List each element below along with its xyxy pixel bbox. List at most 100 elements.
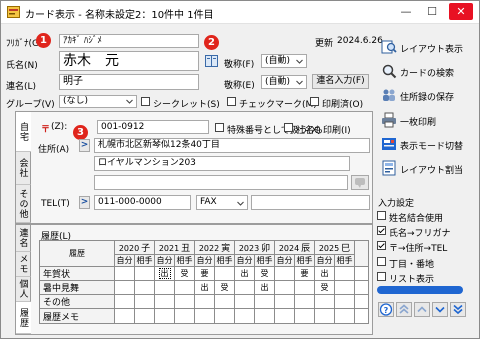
history-cell[interactable] [194, 308, 215, 324]
history-cell[interactable] [234, 294, 255, 309]
layout-assign-button[interactable]: レイアウト割当 [378, 159, 478, 178]
history-cell[interactable] [234, 308, 255, 324]
history-cell[interactable]: 出 [314, 266, 335, 281]
group-dropdown[interactable]: (なし) [59, 95, 137, 108]
close-button[interactable]: ✕ [449, 3, 473, 20]
tab-home[interactable]: 自宅 [16, 112, 31, 152]
special-number-checkbox[interactable] [215, 123, 224, 132]
joint-input[interactable]: 明子 [59, 74, 199, 90]
tab-other[interactable]: その他 [16, 185, 31, 223]
checkmark-checkbox[interactable] [227, 97, 236, 106]
tel-input[interactable]: 011-000-0000 [94, 195, 191, 210]
history-cell[interactable] [334, 280, 355, 295]
history-cell[interactable]: 受 [214, 280, 235, 295]
tab-personal[interactable]: 個人 [16, 277, 31, 302]
address-expand-button[interactable]: > [79, 139, 90, 152]
joint-input-button[interactable]: 連名入力(F) [312, 74, 369, 89]
address-line1-input[interactable]: 札幌市北区新琴似12条40丁目 [94, 138, 370, 153]
history-cell[interactable] [114, 280, 135, 295]
record-position-bar[interactable] [377, 286, 463, 294]
tel-expand-button[interactable]: > [79, 196, 90, 209]
print-company-checkbox[interactable] [284, 123, 293, 132]
address-tool-button[interactable] [351, 175, 369, 190]
history-cell[interactable]: 受 [174, 266, 195, 281]
tab-joint[interactable]: 連名 [16, 225, 31, 252]
layout-view-button[interactable]: レイアウト表示 [378, 38, 478, 57]
first-record-button[interactable] [396, 302, 412, 317]
history-cell[interactable]: 出 [194, 280, 215, 295]
name-combine-checkbox[interactable] [377, 211, 386, 220]
history-cell[interactable] [294, 280, 315, 295]
history-cell[interactable] [174, 308, 195, 324]
history-cell[interactable] [334, 266, 355, 281]
chome-banchi-checkbox[interactable] [377, 257, 386, 266]
history-cell[interactable] [154, 308, 175, 324]
history-cell[interactable] [154, 280, 175, 295]
previous-record-button[interactable] [414, 302, 430, 317]
furigana-input[interactable]: ｱｶｷﾞ ﾊｼﾞﾒ [59, 34, 199, 48]
history-cell[interactable] [114, 294, 135, 309]
minimize-button[interactable]: — [393, 1, 419, 22]
history-cell[interactable] [114, 266, 135, 281]
address-line2-input[interactable]: ロイヤルマンション203 [94, 156, 350, 171]
secret-checkbox[interactable] [141, 97, 150, 106]
history-cell[interactable] [134, 280, 155, 295]
name-to-furigana-checkbox[interactable] [377, 226, 386, 235]
history-cell[interactable] [294, 294, 315, 309]
help-button[interactable]: ? [378, 302, 394, 317]
name-card-icon[interactable] [205, 55, 218, 67]
save-address-book-button[interactable]: 住所録の保存 [378, 86, 478, 105]
history-cell[interactable] [214, 266, 235, 281]
history-cell[interactable] [254, 308, 275, 324]
history-trailing-cell [354, 294, 369, 309]
display-mode-button[interactable]: 表示モード切替 [378, 135, 478, 154]
history-cell[interactable] [274, 266, 295, 281]
history-cell[interactable]: 出 [154, 266, 175, 281]
history-cell[interactable] [254, 294, 275, 309]
history-cell[interactable] [194, 294, 215, 309]
phone-type-dropdown[interactable]: FAX [196, 195, 248, 210]
address-line3-input[interactable] [94, 175, 348, 190]
zip-input[interactable]: 001-0912 [97, 120, 209, 134]
tab-company[interactable]: 会社 [16, 152, 31, 185]
history-cell[interactable]: 要 [294, 266, 315, 281]
name-input[interactable]: 赤木 元 [59, 51, 199, 71]
maximize-button[interactable]: ☐ [419, 1, 445, 22]
joint-honorific-dropdown[interactable]: (自動) [261, 75, 307, 89]
history-cell[interactable] [114, 308, 135, 324]
history-cell[interactable]: 出 [234, 266, 255, 281]
phone-extra-input[interactable] [251, 195, 370, 210]
tab-memo[interactable]: メモ [16, 252, 31, 277]
history-cell[interactable] [214, 308, 235, 324]
tab-history[interactable]: 履歴 [16, 302, 31, 334]
history-cell[interactable] [214, 294, 235, 309]
history-cell[interactable] [274, 280, 295, 295]
history-cell[interactable] [314, 308, 335, 324]
history-cell[interactable] [294, 308, 315, 324]
history-cell[interactable] [134, 294, 155, 309]
next-record-button[interactable] [432, 302, 448, 317]
history-cell[interactable] [274, 308, 295, 324]
history-cell[interactable] [334, 294, 355, 309]
history-cell[interactable] [274, 294, 295, 309]
history-self-header: 自分 [114, 254, 135, 267]
history-cell[interactable] [314, 294, 335, 309]
single-print-button[interactable]: 一枚印刷 [378, 111, 478, 130]
history-cell[interactable] [174, 294, 195, 309]
history-cell[interactable] [174, 280, 195, 295]
history-cell[interactable]: 受 [314, 280, 335, 295]
history-cell[interactable] [134, 266, 155, 281]
zip-address-tel-checkbox[interactable] [377, 241, 386, 250]
history-cell[interactable]: 受 [254, 266, 275, 281]
list-view-checkbox[interactable] [377, 272, 386, 281]
history-cell[interactable]: 出 [254, 280, 275, 295]
history-cell[interactable]: 要 [194, 266, 215, 281]
history-cell[interactable] [134, 308, 155, 324]
last-record-button[interactable] [450, 302, 466, 317]
printed-checkbox[interactable] [310, 97, 319, 106]
card-search-button[interactable]: カードの検索 [378, 62, 478, 81]
history-cell[interactable] [234, 280, 255, 295]
history-cell[interactable] [154, 294, 175, 309]
name-honorific-dropdown[interactable]: (自動) [261, 54, 307, 68]
history-cell[interactable] [334, 308, 355, 324]
